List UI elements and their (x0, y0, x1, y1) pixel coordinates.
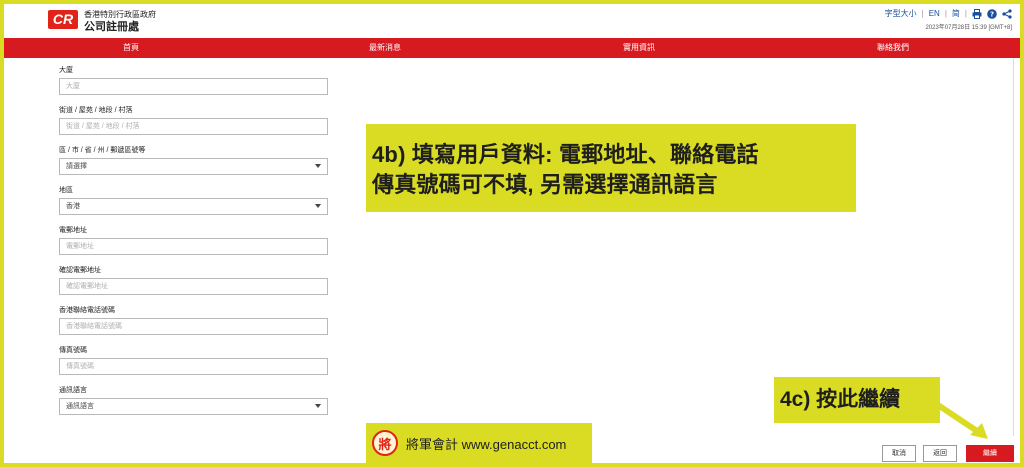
callout-4b-line2: 傳真號碼可不填, 另需選擇通訊語言 (372, 172, 718, 197)
help-icon[interactable]: ? (987, 8, 997, 19)
nav-item-news[interactable]: 最新消息 (258, 38, 512, 58)
form-group-street: 街道 / 屋苑 / 地段 / 村落 街道 / 屋苑 / 地段 / 村落 (59, 102, 329, 142)
svg-text:?: ? (990, 10, 994, 18)
fax-label: 傳真號碼 (59, 347, 87, 354)
language-select[interactable]: 通訊語言 (59, 398, 328, 415)
font-size-link[interactable]: 字型大小 (885, 8, 917, 19)
language-value: 通訊語言 (66, 403, 94, 410)
lang-sc-link[interactable]: 简 (952, 8, 960, 19)
form-group-fax: 傳真號碼 傳真號碼 (59, 342, 329, 382)
page-edge-divider (1013, 58, 1014, 436)
form-group-language: 通訊語言 通訊語言 (59, 382, 329, 422)
street-label: 街道 / 屋苑 / 地段 / 村落 (59, 107, 133, 114)
continue-button[interactable]: 繼續 (966, 445, 1014, 462)
district-select[interactable]: 請選擇 (59, 158, 328, 175)
form-group-building: 大廈 大廈 (59, 62, 329, 102)
callout-step-4b: 4b) 填寫用戶資料: 電郵地址、聯絡電話 傳真號碼可不填, 另需選擇通訊語言 (366, 124, 856, 212)
seal-logo-icon: 將 (372, 430, 398, 456)
form-group-confirm-email: 確認電郵地址 確認電郵地址 (59, 262, 329, 302)
utility-bar: 字型大小 | EN | 简 | ? (885, 8, 1012, 19)
building-input[interactable]: 大廈 (59, 78, 328, 95)
district-label: 區 / 市 / 省 / 州 / 郵遞區號等 (59, 147, 146, 154)
callout-4b-line1: 4b) 填寫用戶資料: 電郵地址、聯絡電話 (372, 142, 759, 167)
chevron-down-icon (315, 204, 321, 208)
region-label: 地區 (59, 187, 73, 194)
site-header: CR 香港特別行政區政府 公司註冊處 字型大小 | EN | 简 | ? 202… (4, 4, 1020, 38)
region-value: 香港 (66, 203, 80, 210)
divider: | (964, 9, 967, 18)
callout-step-4c: 4c) 按此繼續 (774, 377, 940, 423)
browser-page: CR 香港特別行政區政府 公司註冊處 字型大小 | EN | 简 | ? 202… (4, 4, 1020, 463)
form-group-region: 地區 香港 (59, 182, 329, 222)
cr-logo[interactable]: CR (48, 10, 78, 29)
phone-field[interactable]: 香港聯絡電話號碼 (59, 318, 328, 335)
form-group-district: 區 / 市 / 省 / 州 / 郵遞區號等 請選擇 (59, 142, 329, 182)
divider: | (921, 9, 924, 18)
nav-item-contact[interactable]: 聯絡我們 (766, 38, 1020, 58)
chevron-down-icon (315, 164, 321, 168)
language-label: 通訊語言 (59, 387, 87, 394)
back-button[interactable]: 返回 (923, 445, 957, 462)
street-input[interactable]: 街道 / 屋苑 / 地段 / 村落 (59, 118, 328, 135)
form-group-phone: 香港聯絡電話號碼 香港聯絡電話號碼 (59, 302, 329, 342)
email-field[interactable]: 電郵地址 (59, 238, 328, 255)
chevron-down-icon (315, 404, 321, 408)
arrow-icon (930, 398, 988, 439)
user-info-form: 大廈 大廈 街道 / 屋苑 / 地段 / 村落 街道 / 屋苑 / 地段 / 村… (59, 62, 329, 422)
watermark-text: 將軍會計 www.genacct.com (406, 436, 567, 452)
email-label: 電郵地址 (59, 227, 87, 234)
watermark-banner: 將 將軍會計 www.genacct.com (366, 423, 592, 463)
cancel-button[interactable]: 取消 (882, 445, 916, 462)
district-value: 請選擇 (66, 163, 87, 170)
org-name-line2: 公司註冊處 (84, 21, 139, 33)
region-select[interactable]: 香港 (59, 198, 328, 215)
phone-label: 香港聯絡電話號碼 (59, 307, 115, 314)
fax-field[interactable]: 傳真號碼 (59, 358, 328, 375)
timestamp: 2023年07月28日 15:39 [GMT+8] (925, 25, 1012, 31)
divider: | (944, 9, 947, 18)
main-nav: 首頁 最新消息 實用資訊 聯絡我們 (4, 38, 1020, 58)
nav-item-info[interactable]: 實用資訊 (512, 38, 766, 58)
confirm-email-field[interactable]: 確認電郵地址 (59, 278, 328, 295)
print-icon[interactable] (972, 8, 982, 19)
share-icon[interactable] (1002, 8, 1012, 19)
confirm-email-label: 確認電郵地址 (59, 267, 101, 274)
nav-item-home[interactable]: 首頁 (4, 38, 258, 58)
lang-en-link[interactable]: EN (929, 9, 940, 18)
form-group-email: 電郵地址 電郵地址 (59, 222, 329, 262)
building-label: 大廈 (59, 67, 73, 74)
